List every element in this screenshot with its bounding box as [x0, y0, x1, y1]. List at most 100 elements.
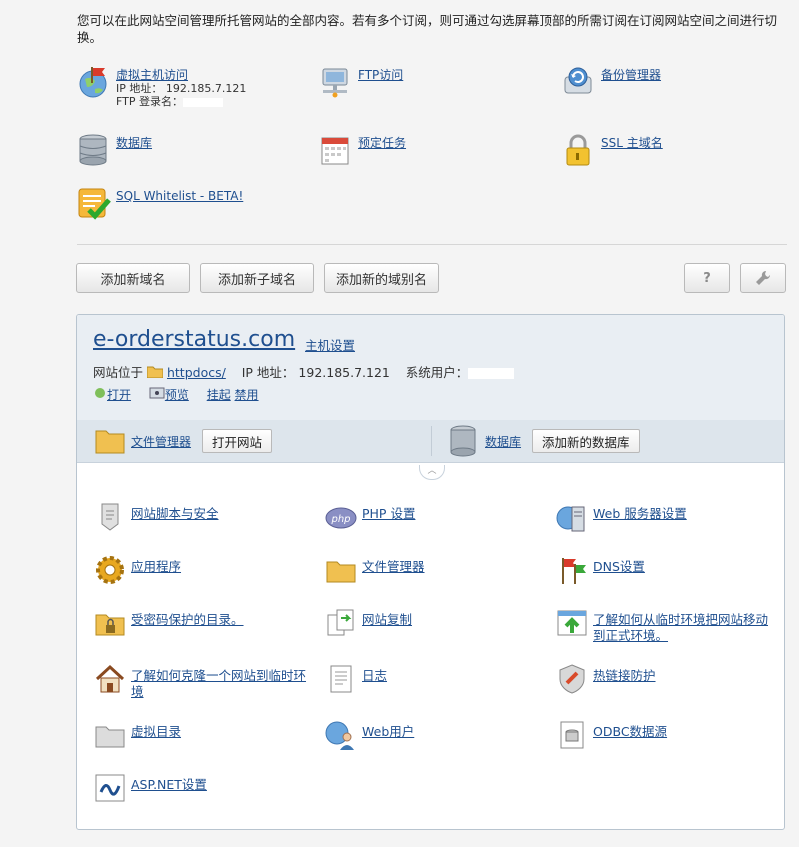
aspnet-settings-link[interactable]: ASP.NET设置 — [131, 777, 207, 792]
suspend-link[interactable]: 挂起 — [207, 388, 231, 402]
sql-whitelist: SQL Whitelist - BETA! — [77, 186, 243, 220]
ip-value: 192.185.7.121 — [298, 365, 390, 380]
databases-tool: 数据库 — [77, 133, 152, 167]
feature-virtual-dirs: 虚拟目录 — [94, 719, 181, 751]
add-domain-button[interactable]: 添加新域名 — [76, 263, 190, 293]
scripts-security-link[interactable]: 网站脚本与安全 — [131, 506, 219, 521]
databases-bar-link[interactable]: 数据库 — [485, 433, 521, 450]
add-alias-button[interactable]: 添加新的域别名 — [324, 263, 439, 293]
file-manager-feature-link[interactable]: 文件管理器 — [362, 559, 425, 574]
php-settings-link[interactable]: PHP 设置 — [362, 506, 415, 521]
staging-move-link[interactable]: 了解如何从临时环境把网站移动到正式环境。 — [593, 612, 768, 643]
redaction — [182, 97, 223, 107]
web-users-link[interactable]: Web用户 — [362, 724, 414, 739]
settings-button[interactable] — [740, 263, 786, 293]
open-action[interactable]: 打开 — [93, 388, 131, 402]
protected-directories-link[interactable]: 受密码保护的目录。 — [131, 612, 244, 627]
svg-text:php: php — [330, 514, 350, 525]
vhost-ip: IP 地址： 192.185.7.121 — [116, 82, 247, 95]
domain-name-link[interactable]: e-orderstatus.com — [93, 327, 295, 352]
host-settings-link[interactable]: 主机设置 — [305, 335, 355, 354]
virtual-directories-link[interactable]: 虚拟目录 — [131, 724, 181, 739]
site-actions: 打开 预览 挂起 禁用 — [93, 386, 259, 403]
feature-logs: 日志 — [325, 663, 387, 695]
virtual-host-access: 虚拟主机访问 IP 地址： 192.185.7.121 FTP 登录名： — [77, 65, 246, 108]
feature-php: php PHP 设置 — [325, 501, 415, 533]
section-divider — [77, 244, 787, 245]
site-header: e-orderstatus.com 主机设置 网站位于 httpdocs/ IP… — [77, 315, 784, 421]
add-subdomain-button[interactable]: 添加新子域名 — [200, 263, 314, 293]
open-link[interactable]: 打开 — [107, 388, 131, 402]
help-button[interactable]: ? — [684, 263, 730, 293]
feature-hotlink: 热链接防护 — [556, 663, 656, 695]
backup-manager-link[interactable]: 备份管理器 — [601, 68, 661, 82]
hotlink-shield-icon — [559, 664, 585, 694]
folder-icon — [95, 430, 125, 454]
feature-apps: 应用程序 — [94, 554, 181, 586]
preview-icon — [149, 387, 165, 399]
web-server-settings-link[interactable]: Web 服务器设置 — [593, 506, 687, 521]
open-site-button[interactable]: 打开网站 — [202, 429, 273, 453]
feature-staging-move: 了解如何从临时环境把网站移动到正式环境。 — [556, 607, 771, 644]
applications-link[interactable]: 应用程序 — [131, 559, 181, 574]
checklist-icon — [78, 188, 111, 220]
folder-icon — [146, 366, 164, 379]
sql-whitelist-link[interactable]: SQL Whitelist - BETA! — [116, 189, 243, 203]
hotlink-protection-link[interactable]: 热链接防护 — [593, 668, 656, 683]
system-user-label: 系统用户： — [405, 365, 469, 380]
clone-staging-link[interactable]: 了解如何克隆一个网站到临时环境 — [131, 668, 306, 699]
ftp-access: FTP访问 — [319, 65, 403, 99]
site-copy-link[interactable]: 网站复制 — [362, 612, 412, 627]
add-database-button[interactable]: 添加新的数据库 — [532, 429, 640, 453]
log-document-icon — [330, 665, 352, 693]
dns-settings-link[interactable]: DNS设置 — [593, 559, 645, 574]
globe-flag-icon — [79, 67, 107, 98]
feature-web-server: Web 服务器设置 — [556, 501, 687, 533]
folder-icon — [326, 561, 356, 583]
virtual-host-access-link[interactable]: 虚拟主机访问 — [116, 68, 188, 82]
preview-link[interactable]: 预览 — [165, 388, 189, 402]
collapse-toggle[interactable]: ︿ — [419, 465, 445, 480]
feature-dns: DNS设置 — [556, 554, 645, 586]
ftp-access-link[interactable]: FTP访问 — [358, 68, 403, 82]
ssl-main-domain-link[interactable]: SSL 主域名 — [601, 136, 663, 150]
feature-odbc: ODBC数据源 — [556, 719, 667, 751]
scheduled-tasks-link[interactable]: 预定任务 — [358, 136, 406, 150]
feature-scripts-security: 网站脚本与安全 — [94, 501, 219, 533]
ftp-computer-icon — [322, 68, 348, 98]
vhost-ftp-login-label: FTP 登录名： — [116, 95, 183, 108]
locked-folder-icon — [95, 614, 125, 636]
disable-link[interactable]: 禁用 — [235, 388, 259, 402]
calendar-icon — [321, 137, 349, 165]
ip-label: IP 地址： — [241, 365, 295, 380]
copy-pages-icon — [327, 609, 354, 636]
site-info: 网站位于 httpdocs/ IP 地址： 192.185.7.121 系统用户… — [93, 362, 515, 381]
gray-folder-icon — [95, 726, 125, 748]
preview-action[interactable]: 预览 — [149, 387, 189, 402]
lock-icon — [566, 134, 590, 166]
open-icon — [95, 388, 105, 398]
backup-drive-icon — [564, 67, 592, 94]
database-icon — [79, 134, 107, 166]
located-label: 网站位于 — [93, 365, 144, 380]
logs-link[interactable]: 日志 — [362, 668, 387, 683]
feature-clone-staging: 了解如何克隆一个网站到临时环境 — [94, 663, 309, 700]
flags-icon — [562, 558, 586, 584]
file-manager-link[interactable]: 文件管理器 — [131, 433, 191, 450]
feature-site-copy: 网站复制 — [325, 607, 412, 639]
aspnet-icon — [95, 774, 125, 802]
wrench-icon — [756, 270, 771, 285]
house-icon — [95, 664, 125, 693]
databases-link[interactable]: 数据库 — [116, 136, 152, 150]
docroot-link[interactable]: httpdocs/ — [167, 365, 226, 380]
feature-protected-dirs: 受密码保护的目录。 — [94, 607, 244, 639]
feature-web-users: Web用户 — [325, 719, 414, 751]
feature-file-manager: 文件管理器 — [325, 554, 425, 586]
php-icon: php — [325, 507, 357, 529]
gear-icon — [96, 556, 124, 584]
odbc-link[interactable]: ODBC数据源 — [593, 724, 667, 739]
backup-manager: 备份管理器 — [562, 65, 661, 99]
shield-script-icon — [101, 503, 119, 531]
redaction — [468, 368, 515, 379]
site-panel: e-orderstatus.com 主机设置 网站位于 httpdocs/ IP… — [76, 314, 785, 830]
